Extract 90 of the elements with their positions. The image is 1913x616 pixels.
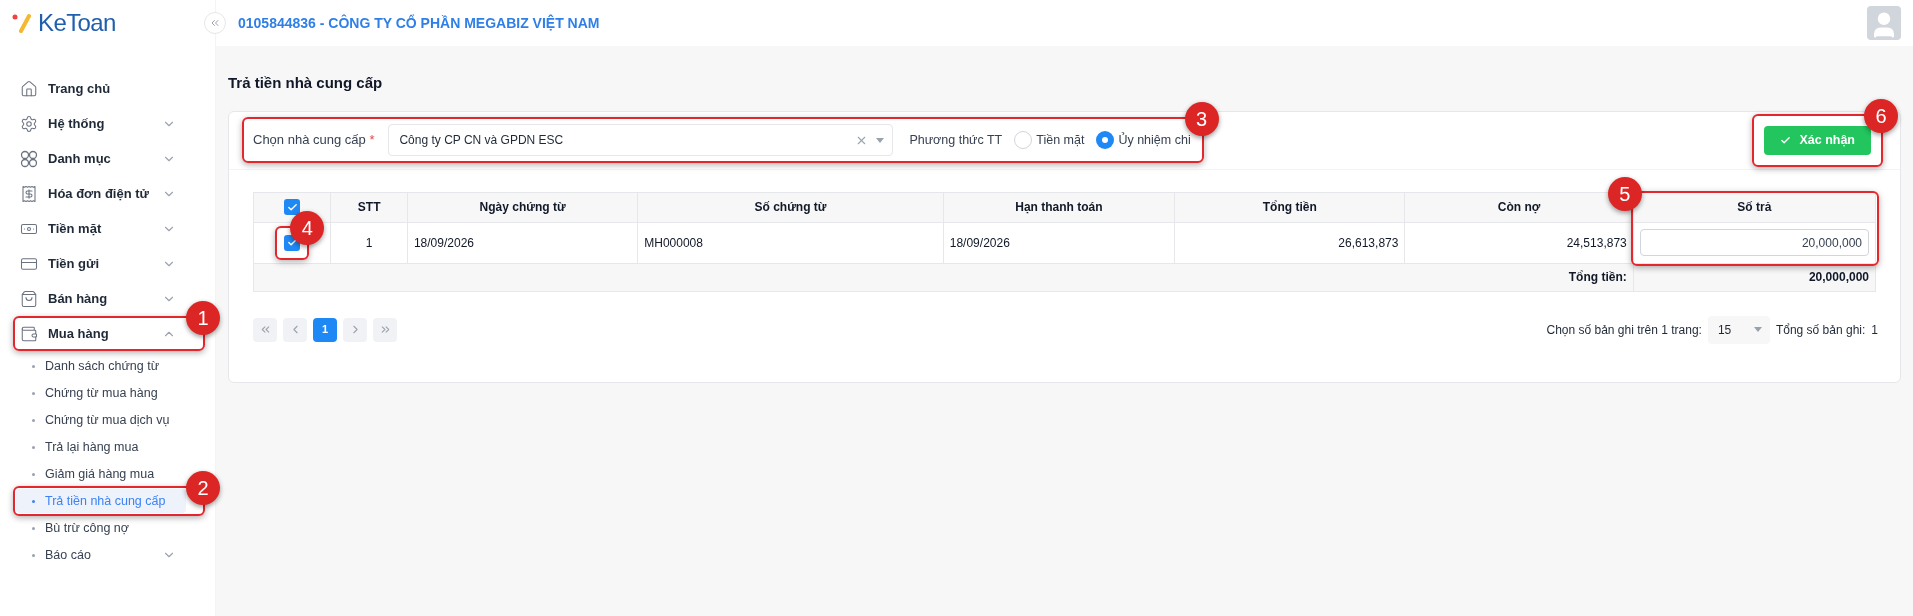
record-count-label: Tổng số bản ghi: xyxy=(1775,321,1866,339)
page-title: Trả tiền nhà cung cấp xyxy=(228,73,384,93)
sidebar-label: Hệ thống xyxy=(48,114,106,133)
table-cell: 18/09/2026 xyxy=(943,222,1175,263)
dropdown-icon[interactable] xyxy=(876,137,885,143)
last-page-button[interactable] xyxy=(373,317,397,342)
submenu-label: Trả lại hàng mua xyxy=(45,439,139,455)
sidebar-item[interactable]: Hệ thống xyxy=(16,109,186,138)
bullet-icon xyxy=(32,418,35,422)
table-cell: 26,613,873 xyxy=(1174,222,1405,263)
sidebar-label: Mua hàng xyxy=(48,324,110,343)
submenu-label: Bù trừ công nợ xyxy=(45,520,129,536)
step-number: 2 xyxy=(186,471,220,505)
table-header-cell: Số chứng từ xyxy=(637,192,944,222)
submenu-label: Trả tiền nhà cung cấp xyxy=(45,493,166,509)
submenu-item[interactable]: Bù trừ công nợ xyxy=(16,516,186,540)
logo-text: KeToan xyxy=(38,8,116,38)
table-header-cell: Hạn thanh toán xyxy=(943,192,1175,222)
bullet-icon xyxy=(32,526,35,530)
home-icon xyxy=(20,79,38,98)
sidebar-item[interactable]: Trang chủ xyxy=(16,74,186,103)
double-chevron-left-icon xyxy=(209,17,221,29)
table-header-cell: STT xyxy=(331,192,408,222)
company-title: 0105844836 - CÔNG TY CỔ PHẦN MEGABIZ VIỆT NAM xyxy=(238,13,600,33)
bullet-icon xyxy=(32,472,35,476)
table-cell: 18/09/2026 xyxy=(407,222,638,263)
submenu-item[interactable]: Giảm giá hàng mua xyxy=(16,462,186,486)
previous-page-button[interactable] xyxy=(283,317,307,342)
step-number: 1 xyxy=(186,301,220,335)
total-label: Tổng tiền: xyxy=(1568,270,1627,284)
sidebar-label: Danh mục xyxy=(48,149,112,168)
sidebar-label: Tiền gửi xyxy=(48,254,101,273)
checkbox[interactable] xyxy=(284,199,301,215)
wallet-icon xyxy=(20,324,38,343)
submenu-item[interactable]: Danh sách chứng từ xyxy=(16,354,186,378)
sidebar-label: Tiền mặt xyxy=(48,219,103,238)
submenu-label: Chứng từ mua hàng xyxy=(45,385,158,401)
page-size-select[interactable]: 15 xyxy=(1707,315,1770,344)
next-page-button[interactable] xyxy=(343,317,367,342)
sidebar-label: Hóa đơn điện tử xyxy=(48,184,150,203)
supplier-label: Chọn nhà cung cấp * xyxy=(253,131,375,150)
table-cell: 1 xyxy=(331,222,408,263)
radio-label: Tiền mặt xyxy=(1036,131,1085,149)
submenu-label: Danh sách chứng từ xyxy=(45,358,160,374)
submenu-label: Giảm giá hàng mua xyxy=(45,466,155,482)
submenu-label: Báo cáo xyxy=(45,547,91,563)
sidebar-item[interactable]: Danh mục xyxy=(16,144,186,173)
page-button[interactable]: 1 xyxy=(313,317,337,342)
table-header-cell: Tổng tiền xyxy=(1174,192,1405,222)
radio-button[interactable] xyxy=(1014,131,1033,149)
bullet-icon xyxy=(32,391,35,395)
sidebar-item[interactable]: Mua hàng xyxy=(16,319,186,348)
bullet-icon xyxy=(32,499,35,503)
step-number: 6 xyxy=(1864,98,1898,133)
sidebar-item[interactable]: Tiền mặt xyxy=(16,214,186,243)
total-value: 20,000,000 xyxy=(1808,270,1869,284)
receipt-icon xyxy=(20,184,38,203)
bullet-icon xyxy=(32,364,35,368)
bullet-icon xyxy=(32,445,35,449)
table-header-cell: Ngày chứng từ xyxy=(407,192,638,222)
submenu-item[interactable]: Báo cáo xyxy=(16,543,186,567)
submenu-item[interactable]: Chứng từ mua hàng xyxy=(16,381,186,405)
submenu-item[interactable]: Trả lại hàng mua xyxy=(16,435,186,459)
payment-method-label: Phương thức TT xyxy=(909,131,1003,149)
sidebar-item[interactable]: Hóa đơn điện tử xyxy=(16,179,186,208)
step-number: 3 xyxy=(1184,102,1219,136)
collapse-button[interactable] xyxy=(204,12,226,34)
avatar-icon[interactable] xyxy=(1867,6,1901,40)
step-number: 5 xyxy=(1607,176,1642,211)
settings-icon xyxy=(20,114,38,133)
check-icon xyxy=(286,237,298,248)
first-page-button[interactable] xyxy=(253,317,277,342)
sidebar-label: Bán hàng xyxy=(48,289,109,308)
four-circles-icon xyxy=(20,149,38,168)
sidebar-label: Trang chủ xyxy=(48,79,112,98)
table-cell: 24,513,873 xyxy=(1404,222,1634,263)
radio-button[interactable] xyxy=(1096,131,1115,149)
record-count: 1 xyxy=(1871,321,1878,339)
check-icon xyxy=(1780,134,1792,146)
supplier-select[interactable]: Công ty CP CN và GPDN ESC xyxy=(388,124,894,156)
submenu-item[interactable]: Chứng từ mua dịch vụ xyxy=(16,408,186,432)
page-size-label: Chọn số bản ghi trên 1 trang: xyxy=(1546,321,1702,339)
table-cell: MH000008 xyxy=(637,222,944,263)
sidebar-item[interactable]: Tiền gửi xyxy=(16,249,186,278)
check-icon xyxy=(286,201,298,213)
bullet-icon xyxy=(32,553,35,557)
amount-input[interactable]: 20,000,000 xyxy=(1639,229,1869,256)
submenu-label: Chứng từ mua dịch vụ xyxy=(45,412,170,428)
bag-icon xyxy=(20,289,38,308)
sidebar-item[interactable]: Bán hàng xyxy=(16,284,186,313)
